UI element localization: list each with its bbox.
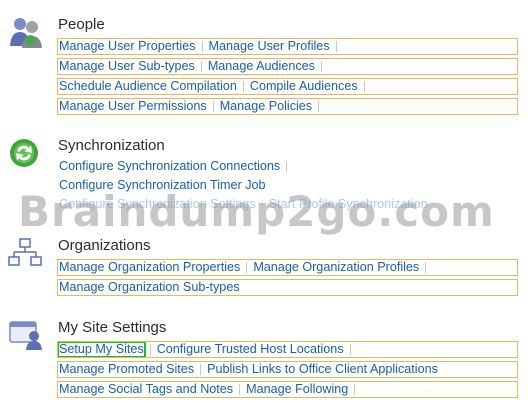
separator <box>246 262 248 273</box>
separator <box>212 101 214 112</box>
row-mysite-3: Manage Social Tags and Notes Manage Follo… <box>57 381 518 398</box>
separator <box>354 384 356 395</box>
separator <box>242 81 244 92</box>
link-manage-social-tags-and-notes[interactable]: Manage Social Tags and Notes <box>58 382 234 397</box>
row-people-2: Manage User Sub-types Manage Audiences <box>57 58 518 75</box>
people-icon <box>8 16 44 53</box>
row-mysite-1: Setup My Sites Configure Trusted Host Loc… <box>57 341 518 358</box>
link-schedule-audience-compilation[interactable]: Schedule Audience Compilation <box>58 79 238 94</box>
separator <box>320 61 322 72</box>
link-publish-links-to-office-client-applications[interactable]: Publish Links to Office Client Applicati… <box>206 362 439 377</box>
link-compile-audiences[interactable]: Compile Audiences <box>249 79 359 94</box>
link-configure-trusted-host-locations[interactable]: Configure Trusted Host Locations <box>156 342 345 357</box>
link-manage-user-permissions[interactable]: Manage User Permissions <box>58 99 208 114</box>
section-title-my-site-settings: My Site Settings <box>58 319 167 336</box>
watermark-text: Braindump2go.com <box>18 187 495 236</box>
row-mysite-2: Manage Promoted Sites Publish Links to Of… <box>57 361 518 378</box>
row-sync-1: Configure Synchronization Connections <box>57 158 518 175</box>
link-setup-my-sites[interactable]: Setup My Sites <box>58 342 146 357</box>
section-title-synchronization: Synchronization <box>58 137 165 154</box>
row-org-2: Manage Organization Sub-types <box>57 279 518 296</box>
separator <box>425 262 427 273</box>
separator <box>200 364 202 375</box>
link-manage-organization-profiles[interactable]: Manage Organization Profiles <box>252 260 420 275</box>
link-manage-organization-properties[interactable]: Manage Organization Properties <box>58 260 241 275</box>
link-manage-policies[interactable]: Manage Policies <box>219 99 313 114</box>
separator <box>318 101 320 112</box>
row-people-1: Manage User Properties Manage User Profil… <box>57 38 518 55</box>
separator <box>286 161 288 172</box>
separator <box>239 384 241 395</box>
row-people-3: Schedule Audience Compilation Compile Aud… <box>57 78 518 95</box>
separator <box>363 81 365 92</box>
sync-icon <box>8 137 40 174</box>
org-chart-icon <box>8 237 42 274</box>
separator <box>335 41 337 52</box>
link-manage-following[interactable]: Manage Following <box>245 382 349 397</box>
link-manage-user-sub-types[interactable]: Manage User Sub-types <box>58 59 196 74</box>
separator <box>200 61 202 72</box>
my-site-icon <box>8 318 44 355</box>
link-manage-user-profiles[interactable]: Manage User Profiles <box>208 39 331 54</box>
link-manage-promoted-sites[interactable]: Manage Promoted Sites <box>58 362 195 377</box>
row-org-1: Manage Organization Properties Manage Org… <box>57 259 518 276</box>
section-title-organizations: Organizations <box>58 237 151 254</box>
link-manage-organization-sub-types[interactable]: Manage Organization Sub-types <box>58 280 241 295</box>
link-manage-audiences[interactable]: Manage Audiences <box>207 59 316 74</box>
row-people-4: Manage User Permissions Manage Policies <box>57 98 518 115</box>
link-configure-synchronization-connections[interactable]: Configure Synchronization Connections <box>58 159 281 174</box>
separator <box>349 344 351 355</box>
link-manage-user-properties[interactable]: Manage User Properties <box>58 39 197 54</box>
separator <box>201 41 203 52</box>
separator <box>149 344 151 355</box>
section-title-people: People <box>58 16 105 33</box>
